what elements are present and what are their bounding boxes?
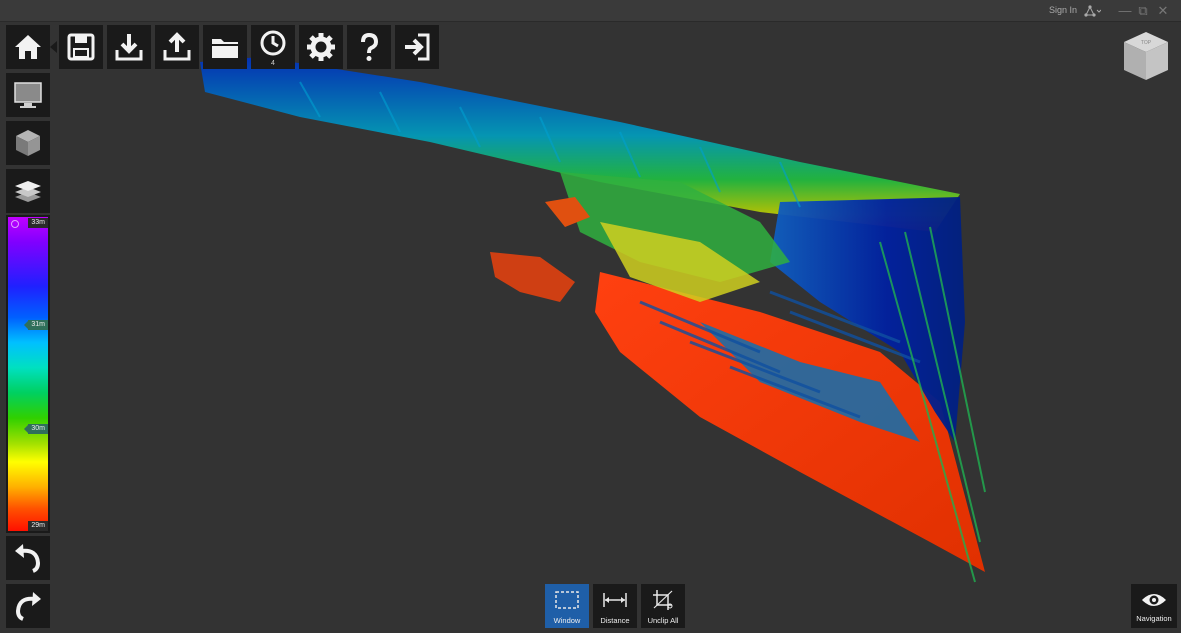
window-select-icon [555,591,579,609]
home-button[interactable] [6,25,50,69]
measure-distance-icon [603,593,627,607]
layers-icon [15,181,41,202]
distance-tool-button[interactable]: Distance [593,584,637,628]
redo-button[interactable] [6,584,50,628]
close-icon[interactable]: ✕ [1155,3,1171,19]
elevation-colorbar: 33m 31m 30m 29m [6,215,50,533]
home-icon [15,35,41,59]
sign-in-link[interactable]: Sign In [1049,5,1077,15]
eye-icon [1142,594,1166,606]
settings-button[interactable] [299,25,343,69]
3d-viewport[interactable]: TOP [0,22,1181,633]
colorbar-tick-upper-mid[interactable]: 31m [24,320,48,330]
crop-icon [653,590,673,610]
save-icon [67,33,95,61]
layers-button[interactable] [6,169,50,213]
exit-icon [405,33,430,61]
colorbar-settings-icon[interactable] [11,220,19,228]
undo-icon [15,544,41,573]
question-icon [361,32,379,61]
undo-button[interactable] [6,536,50,580]
exit-button[interactable] [395,25,439,69]
minimize-icon[interactable]: — [1117,3,1133,19]
clock-icon [260,30,286,56]
cube-icon [16,130,40,156]
title-bar: Sign In — ⧉ ✕ [0,0,1181,22]
window-clip-label: Window [553,616,581,625]
import-button[interactable] [107,25,151,69]
folder-icon [212,39,238,58]
point-cloud-render [200,57,986,583]
history-count: 4 [271,60,275,67]
help-button[interactable] [347,25,391,69]
redo-icon [15,592,41,621]
home-menu-arrow [50,41,57,53]
colorbar-tick-lower-mid[interactable]: 30m [24,424,48,434]
restore-icon[interactable]: ⧉ [1135,3,1151,19]
network-icon[interactable] [1083,4,1101,18]
unclip-all-label: Unclip All [647,616,679,625]
upload-icon [163,32,191,61]
navcube-face-label: TOP [1141,40,1152,46]
colorbar-gradient [8,217,48,531]
distance-tool-label: Distance [600,616,630,625]
download-icon [115,34,143,61]
history-button[interactable]: 4 [251,25,295,69]
gear-icon [307,33,335,61]
monitor-icon [14,82,42,108]
display-button[interactable] [6,73,50,117]
colorbar-tick-top: 33m [28,218,48,228]
navigation-label: Navigation [1136,614,1172,623]
window-clip-button[interactable]: Window [545,584,589,628]
object-button[interactable] [6,121,50,165]
open-folder-button[interactable] [203,25,247,69]
navigation-cube-icon[interactable]: TOP [1118,28,1174,84]
colorbar-tick-bottom: 29m [28,521,48,531]
unclip-all-button[interactable]: Unclip All [641,584,685,628]
save-button[interactable] [59,25,103,69]
clip-tools: Window Distance Unclip All [545,584,685,628]
export-button[interactable] [155,25,199,69]
navigation-button[interactable]: Navigation [1131,584,1177,628]
